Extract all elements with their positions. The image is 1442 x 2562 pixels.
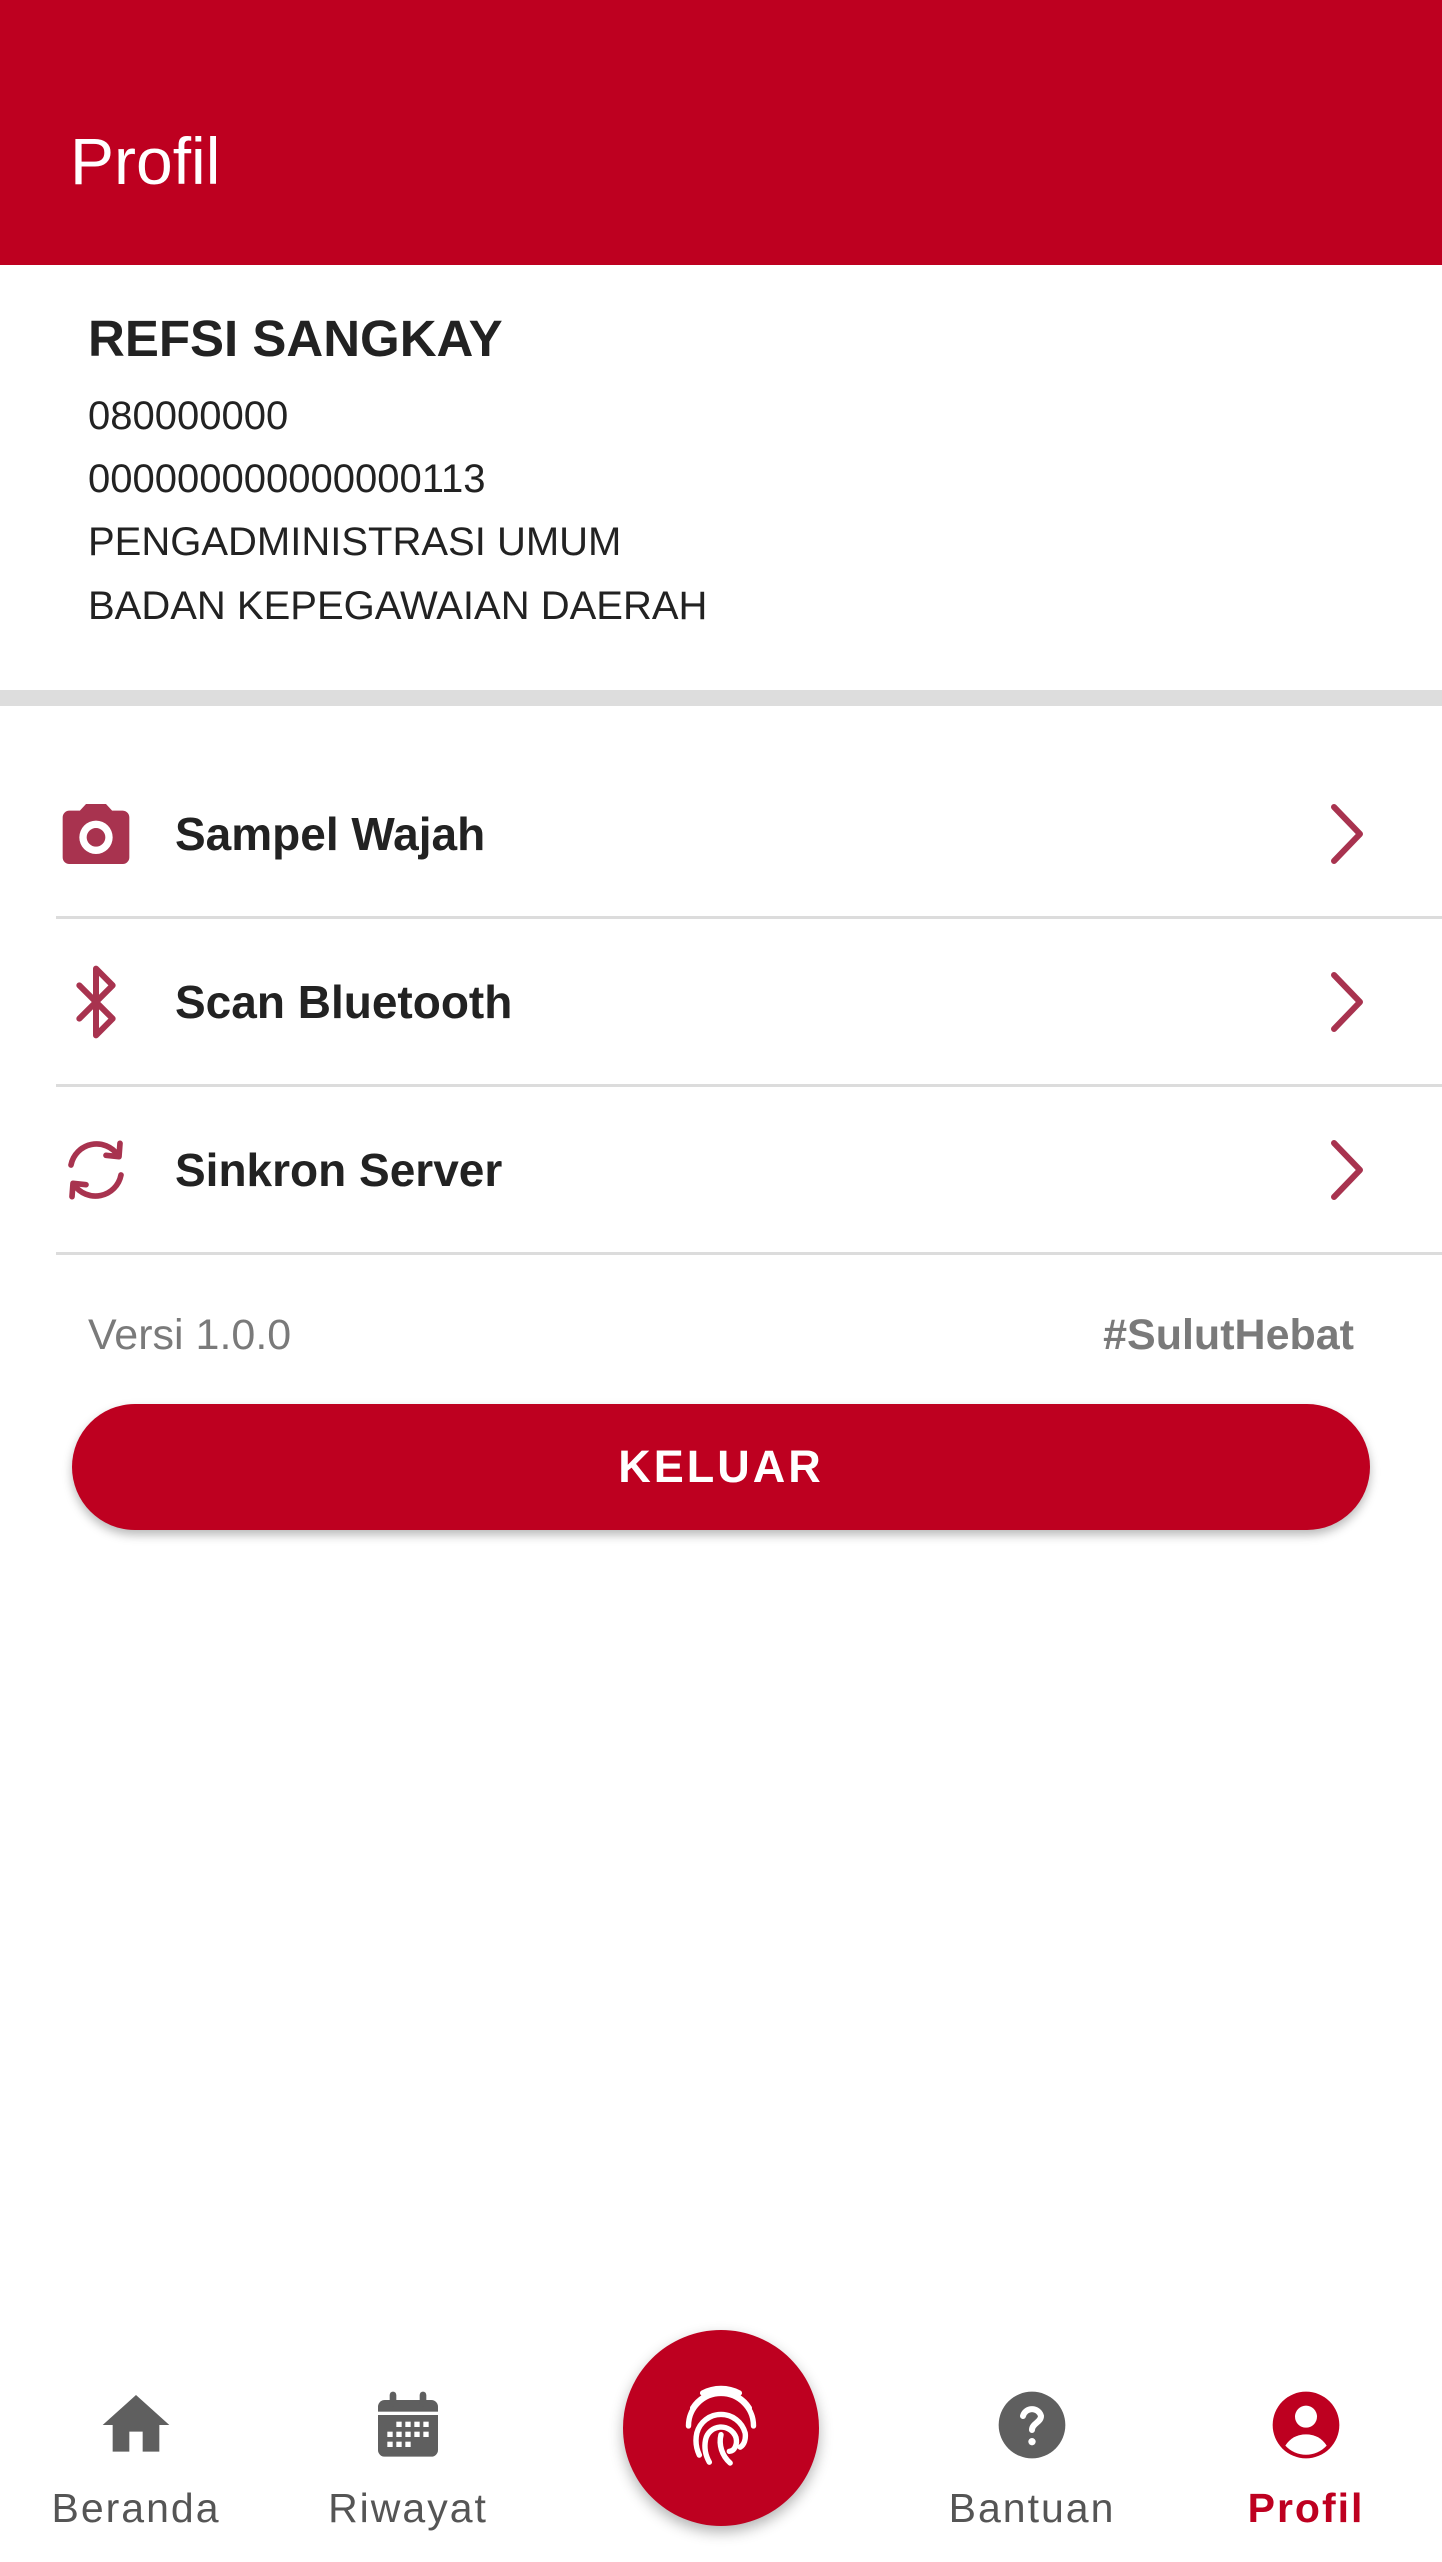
profile-unit: BADAN KEPEGAWAIAN DAERAH (88, 584, 708, 628)
calendar-icon (378, 2391, 438, 2457)
nav-label-profil: Profil (1247, 2485, 1365, 2531)
chevron-right-icon (1331, 971, 1363, 1032)
hashtag-text: #SulutHebat (1103, 1311, 1354, 1359)
profile-phone: 080000000 (88, 394, 289, 438)
app-bar: Profil (0, 0, 1442, 265)
menu-item-sampel-wajah[interactable]: Sampel Wajah (56, 751, 1442, 919)
nav-item-profil[interactable]: Profil (1196, 2385, 1416, 2555)
menu-label-scan-bluetooth: Scan Bluetooth (175, 975, 513, 1028)
profile-position: PENGADMINISTRASI UMUM (88, 520, 622, 564)
fingerprint-button[interactable] (623, 2330, 819, 2526)
menu-label-sampel-wajah: Sampel Wajah (175, 807, 486, 860)
nav-item-beranda[interactable]: Beranda (26, 2385, 246, 2555)
sync-icon (68, 1140, 124, 1199)
account-icon (1272, 2391, 1340, 2459)
menu-label-sinkron-server: Sinkron Server (175, 1143, 503, 1196)
nav-item-bantuan[interactable]: Bantuan (922, 2385, 1142, 2555)
logout-button[interactable]: KELUAR (72, 1404, 1370, 1530)
nav-label-riwayat: Riwayat (328, 2485, 488, 2531)
profile-name: REFSI SANGKAY (88, 310, 503, 367)
menu-item-scan-bluetooth[interactable]: Scan Bluetooth (56, 919, 1442, 1087)
bluetooth-icon (76, 965, 116, 1038)
version-text: Versi 1.0.0 (88, 1311, 292, 1359)
camera-icon (62, 803, 130, 864)
home-icon (102, 2395, 170, 2452)
nav-item-riwayat[interactable]: Riwayat (298, 2385, 518, 2555)
chevron-right-icon (1331, 803, 1363, 864)
page-title: Profil (70, 124, 221, 198)
nav-label-bantuan: Bantuan (948, 2485, 1116, 2531)
help-icon (998, 2391, 1066, 2459)
menu-item-sinkron-server[interactable]: Sinkron Server (56, 1087, 1442, 1255)
nav-label-beranda: Beranda (51, 2485, 221, 2531)
chevron-right-icon (1331, 1139, 1363, 1200)
profile-nip: 000000000000000113 (88, 457, 486, 501)
section-divider (0, 690, 1442, 706)
fingerprint-icon (685, 2385, 757, 2466)
